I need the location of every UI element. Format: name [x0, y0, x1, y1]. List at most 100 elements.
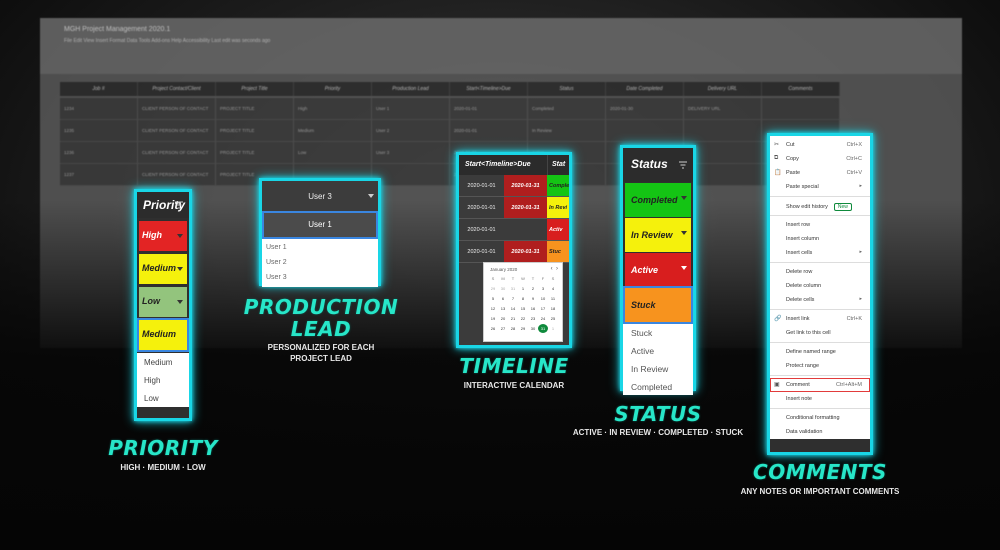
calendar-day[interactable]: 21 — [508, 314, 518, 323]
menu-item[interactable]: Delete row — [770, 265, 870, 279]
calendar-day[interactable]: 31 — [538, 324, 548, 333]
menu-item[interactable]: Show edit history New — [770, 199, 870, 213]
menu-item[interactable]: Protect range — [770, 359, 870, 373]
sheet-column-header[interactable]: Comments — [762, 82, 840, 96]
menu-item[interactable]: Data validation — [770, 425, 870, 439]
table-cell[interactable]: PROJECT TITLE — [216, 98, 294, 119]
timeline-due-cell[interactable]: 2020-01-31 — [504, 175, 547, 196]
calendar-day[interactable]: 15 — [518, 304, 528, 313]
menu-item[interactable]: Insert row — [770, 218, 870, 232]
calendar-day[interactable]: 12 — [488, 304, 498, 313]
table-cell[interactable] — [606, 120, 684, 141]
calendar-day[interactable]: 28 — [508, 324, 518, 333]
timeline-status-cell[interactable]: Activ — [547, 219, 569, 240]
menu-item[interactable]: ✂ Cut Ctrl+X — [770, 138, 870, 152]
chevron-down-icon[interactable] — [177, 234, 183, 238]
table-cell[interactable]: CLIENT PERSON OF CONTACT — [138, 98, 216, 119]
calendar-day[interactable]: 29 — [518, 324, 528, 333]
menu-item[interactable]: Delete column — [770, 279, 870, 293]
table-cell[interactable]: DELIVERY URL — [684, 98, 762, 119]
timeline-column-header[interactable]: Start<Timeline>Due — [459, 155, 547, 175]
chevron-down-icon[interactable] — [368, 194, 374, 198]
status-header[interactable]: Status — [623, 148, 693, 182]
calendar-day[interactable]: 2 — [528, 284, 538, 293]
lead-option[interactable]: User 3 — [262, 271, 378, 286]
timeline-start-cell[interactable]: 2020-01-01 — [459, 241, 504, 262]
menu-item[interactable]: Insert note — [770, 392, 870, 406]
calendar-day[interactable]: 26 — [488, 324, 498, 333]
table-row[interactable]: 1234 CLIENT PERSON OF CONTACT PROJECT TITL… — [60, 98, 840, 120]
status-option[interactable]: Completed — [623, 377, 693, 395]
calendar-nav-arrows[interactable]: ‹ › — [551, 266, 558, 272]
table-cell[interactable]: User 3 — [372, 142, 450, 163]
priority-option[interactable]: High — [137, 371, 189, 389]
table-cell[interactable]: User 1 — [372, 98, 450, 119]
calendar-day[interactable]: 31 — [508, 284, 518, 293]
table-cell[interactable]: CLIENT PERSON OF CONTACT — [138, 164, 216, 185]
status-option[interactable]: In Review — [623, 359, 693, 377]
timeline-status-cell[interactable]: In Revi — [547, 197, 569, 218]
calendar-day[interactable]: 5 — [488, 294, 498, 303]
filter-icon[interactable] — [175, 201, 183, 209]
menu-item[interactable]: Paste special ▸ — [770, 180, 870, 194]
calendar-day[interactable]: 25 — [548, 314, 558, 323]
table-cell[interactable]: 1234 — [60, 98, 138, 119]
menu-item[interactable]: 📋 Paste Ctrl+V — [770, 166, 870, 180]
calendar-day[interactable]: 11 — [548, 294, 558, 303]
menu-item[interactable]: Get link to this cell — [770, 326, 870, 340]
calendar-day[interactable]: 1 — [518, 284, 528, 293]
timeline-start-cell[interactable]: 2020-01-01 — [459, 219, 504, 240]
timeline-due-cell[interactable] — [504, 219, 547, 240]
chevron-down-icon[interactable] — [681, 266, 687, 270]
priority-cell[interactable]: High — [139, 221, 187, 251]
lead-dropdown[interactable]: User 3 — [262, 181, 378, 211]
calendar-day[interactable]: 7 — [508, 294, 518, 303]
priority-cell[interactable]: Medium — [137, 318, 189, 352]
table-cell[interactable]: Completed — [528, 98, 606, 119]
table-cell[interactable]: PROJECT TITLE — [216, 142, 294, 163]
calendar-day[interactable]: 22 — [518, 314, 528, 323]
lead-edit-input[interactable]: User 1 — [262, 211, 378, 239]
chevron-down-icon[interactable] — [681, 231, 687, 235]
calendar-popup[interactable]: January 2020 ‹ › S M T W T F S 29 30 31 1 2 3 4 5 6 7 8 9 1… — [483, 262, 563, 342]
sheet-column-header[interactable]: Project Contact/Client — [138, 82, 216, 96]
table-cell[interactable]: CLIENT PERSON OF CONTACT — [138, 142, 216, 163]
table-cell[interactable]: 2020-01-30 — [606, 98, 684, 119]
priority-option[interactable]: Low — [137, 389, 189, 407]
status-cell[interactable]: In Review — [625, 218, 691, 252]
calendar-day[interactable]: 20 — [498, 314, 508, 323]
table-row[interactable]: 1237 CLIENT PERSON OF CONTACT PROJECT TITL… — [60, 164, 840, 186]
table-cell[interactable]: CLIENT PERSON OF CONTACT — [138, 120, 216, 141]
calendar-day[interactable]: 19 — [488, 314, 498, 323]
status-cell[interactable]: Active — [625, 253, 691, 287]
table-cell[interactable] — [762, 98, 840, 119]
sheet-column-header[interactable]: Production Lead — [372, 82, 450, 96]
calendar-day[interactable]: 4 — [548, 284, 558, 293]
chevron-down-icon[interactable] — [177, 267, 183, 271]
table-cell[interactable] — [684, 120, 762, 141]
chevron-down-icon[interactable] — [177, 300, 183, 304]
chevron-down-icon[interactable] — [681, 196, 687, 200]
timeline-start-cell[interactable]: 2020-01-01 — [459, 175, 504, 196]
menu-item[interactable]: Insert cells ▸ — [770, 246, 870, 260]
calendar-day[interactable]: 27 — [498, 324, 508, 333]
lead-option[interactable]: User 1 — [262, 241, 378, 256]
timeline-due-cell[interactable]: 2020-01-31 — [504, 197, 547, 218]
table-cell[interactable]: PROJECT TITLE — [216, 120, 294, 141]
calendar-day[interactable]: 18 — [548, 304, 558, 313]
calendar-day[interactable]: 3 — [538, 284, 548, 293]
priority-header[interactable]: Priority — [137, 192, 189, 218]
calendar-day[interactable]: 1 — [548, 324, 558, 333]
table-cell[interactable]: High — [294, 98, 372, 119]
table-cell[interactable]: In Review — [528, 120, 606, 141]
calendar-day[interactable]: 6 — [498, 294, 508, 303]
table-cell[interactable]: 1237 — [60, 164, 138, 185]
lead-option[interactable]: User 2 — [262, 256, 378, 271]
calendar-day[interactable]: 29 — [488, 284, 498, 293]
menu-item[interactable]: Delete cells ▸ — [770, 293, 870, 307]
status-cell[interactable]: Stuck — [623, 286, 693, 324]
filter-icon[interactable] — [679, 161, 687, 169]
menu-item[interactable]: Insert column — [770, 232, 870, 246]
table-cell[interactable] — [372, 164, 450, 185]
priority-option[interactable]: Medium — [137, 353, 189, 371]
